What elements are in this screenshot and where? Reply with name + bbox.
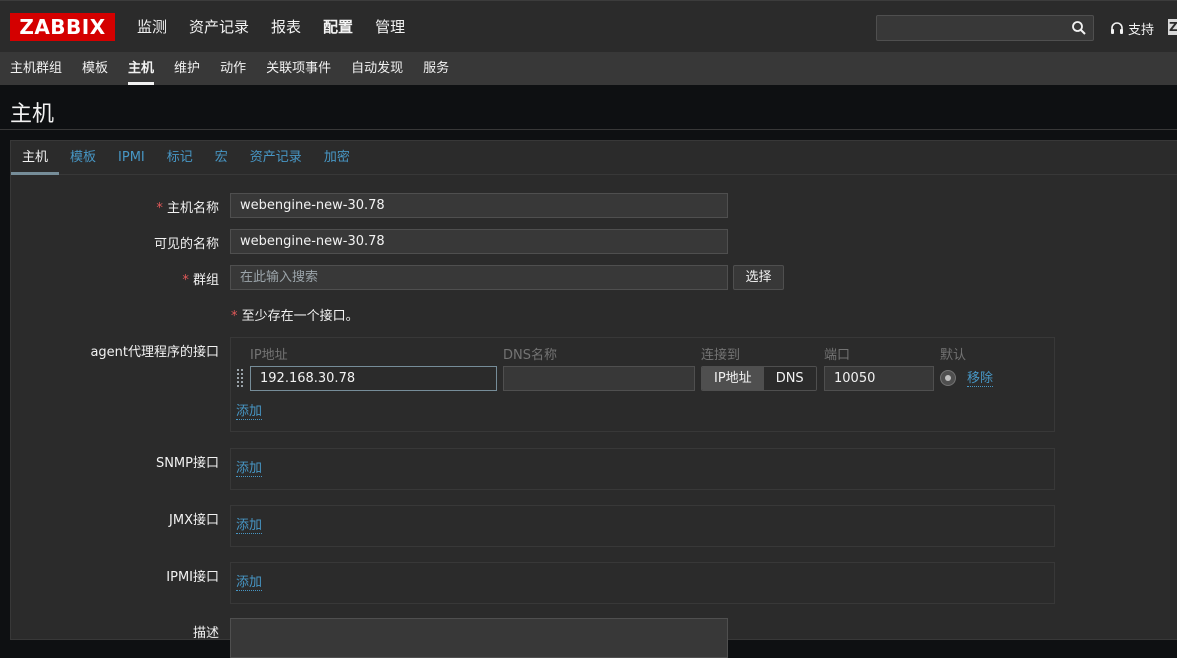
- tab-tags[interactable]: 标记: [156, 141, 204, 174]
- submenu-discovery[interactable]: 自动发现: [341, 52, 413, 85]
- description-textarea[interactable]: [230, 618, 728, 658]
- tab-templates[interactable]: 模板: [59, 141, 107, 174]
- visible-name-field[interactable]: webengine-new-30.78: [230, 229, 728, 254]
- submenu-actions[interactable]: 动作: [210, 52, 256, 85]
- host-name-label: * 主机名称: [156, 201, 219, 216]
- submenu-host-groups[interactable]: 主机群组: [0, 52, 72, 85]
- menu-configuration[interactable]: 配置: [312, 1, 364, 53]
- host-name-field[interactable]: webengine-new-30.78: [230, 193, 728, 218]
- menu-inventory[interactable]: 资产记录: [178, 1, 260, 53]
- snmp-interface-label: SNMP接口: [155, 456, 219, 471]
- menu-reports[interactable]: 报表: [260, 1, 312, 53]
- headset-icon: [1111, 21, 1123, 34]
- col-port-header: 端口: [824, 348, 851, 363]
- drag-handle-icon[interactable]: [237, 368, 245, 388]
- submenu-services[interactable]: 服务: [413, 52, 459, 85]
- tab-macros[interactable]: 宏: [204, 141, 239, 174]
- share-button[interactable]: Z: [1168, 19, 1177, 35]
- groups-label: * 群组: [182, 273, 219, 288]
- submenu-event-correlation[interactable]: 关联项事件: [256, 52, 341, 85]
- main-menu: 监测 资产记录 报表 配置 管理: [126, 1, 416, 53]
- agent-add-link[interactable]: 添加: [236, 404, 263, 420]
- description-label: 描述: [192, 626, 219, 641]
- jmx-interface-box: 添加: [230, 505, 1055, 547]
- submenu-hosts[interactable]: 主机: [118, 52, 164, 85]
- zabbix-logo[interactable]: ZABBIX: [10, 13, 115, 41]
- form-tabs: 主机 模板 IPMI 标记 宏 资产记录 加密: [11, 141, 1177, 175]
- agent-interface-box: IP地址 DNS名称 连接到 端口 默认 192.168.30.78 IP地址 …: [230, 337, 1055, 432]
- host-form-panel: 主机 模板 IPMI 标记 宏 资产记录 加密 * 主机名称 webengine…: [10, 140, 1177, 658]
- col-connect-header: 连接到: [701, 348, 741, 363]
- select-groups-button[interactable]: 选择: [733, 265, 784, 290]
- tab-encryption[interactable]: 加密: [313, 141, 361, 174]
- col-ip-header: IP地址: [250, 348, 288, 363]
- jmx-interface-label: JMX接口: [169, 513, 219, 528]
- tab-ipmi[interactable]: IPMI: [107, 141, 156, 174]
- agent-dns-input[interactable]: [503, 366, 695, 391]
- support-link[interactable]: 支持: [1110, 19, 1154, 38]
- jmx-add-link[interactable]: 添加: [236, 518, 263, 534]
- submenu-templates[interactable]: 模板: [72, 52, 118, 85]
- search-icon[interactable]: [1071, 20, 1087, 36]
- connect-to-toggle[interactable]: IP地址 DNS: [701, 366, 817, 391]
- page-title: 主机: [10, 102, 55, 127]
- visible-name-label: 可见的名称: [153, 237, 219, 252]
- submenu-maintenance[interactable]: 维护: [164, 52, 210, 85]
- tab-host[interactable]: 主机: [11, 141, 60, 175]
- connect-dns-option[interactable]: DNS: [763, 367, 816, 390]
- required-star: *: [156, 201, 163, 216]
- snmp-add-link[interactable]: 添加: [236, 461, 263, 477]
- agent-interface-label: agent代理程序的接口: [90, 345, 219, 360]
- sub-menu: 主机群组 模板 主机 维护 动作 关联项事件 自动发现 服务: [0, 52, 1177, 85]
- col-dns-header: DNS名称: [503, 348, 557, 363]
- snmp-interface-box: 添加: [230, 448, 1055, 490]
- remove-interface-link[interactable]: 移除: [967, 371, 994, 387]
- ipmi-interface-box: 添加: [230, 562, 1055, 604]
- top-navigation-bar: ZABBIX 监测 资产记录 报表 配置 管理 支持 Z: [0, 0, 1177, 52]
- ipmi-add-link[interactable]: 添加: [236, 575, 263, 591]
- interface-required-note: * 至少存在一个接口。: [231, 309, 359, 324]
- menu-monitoring[interactable]: 监测: [126, 1, 178, 53]
- tab-inventory[interactable]: 资产记录: [239, 141, 313, 174]
- search-input[interactable]: [876, 15, 1094, 41]
- col-default-header: 默认: [940, 348, 967, 363]
- connect-ip-option[interactable]: IP地址: [702, 367, 764, 390]
- groups-search-input[interactable]: 在此输入搜索: [230, 265, 728, 290]
- default-interface-radio[interactable]: [940, 370, 956, 386]
- title-divider: [0, 129, 1177, 130]
- support-label: 支持: [1128, 23, 1155, 38]
- required-star: *: [182, 273, 189, 288]
- ipmi-interface-label: IPMI接口: [166, 570, 219, 585]
- menu-administration[interactable]: 管理: [364, 1, 416, 53]
- agent-port-input[interactable]: 10050: [824, 366, 934, 391]
- agent-ip-input[interactable]: 192.168.30.78: [250, 366, 497, 391]
